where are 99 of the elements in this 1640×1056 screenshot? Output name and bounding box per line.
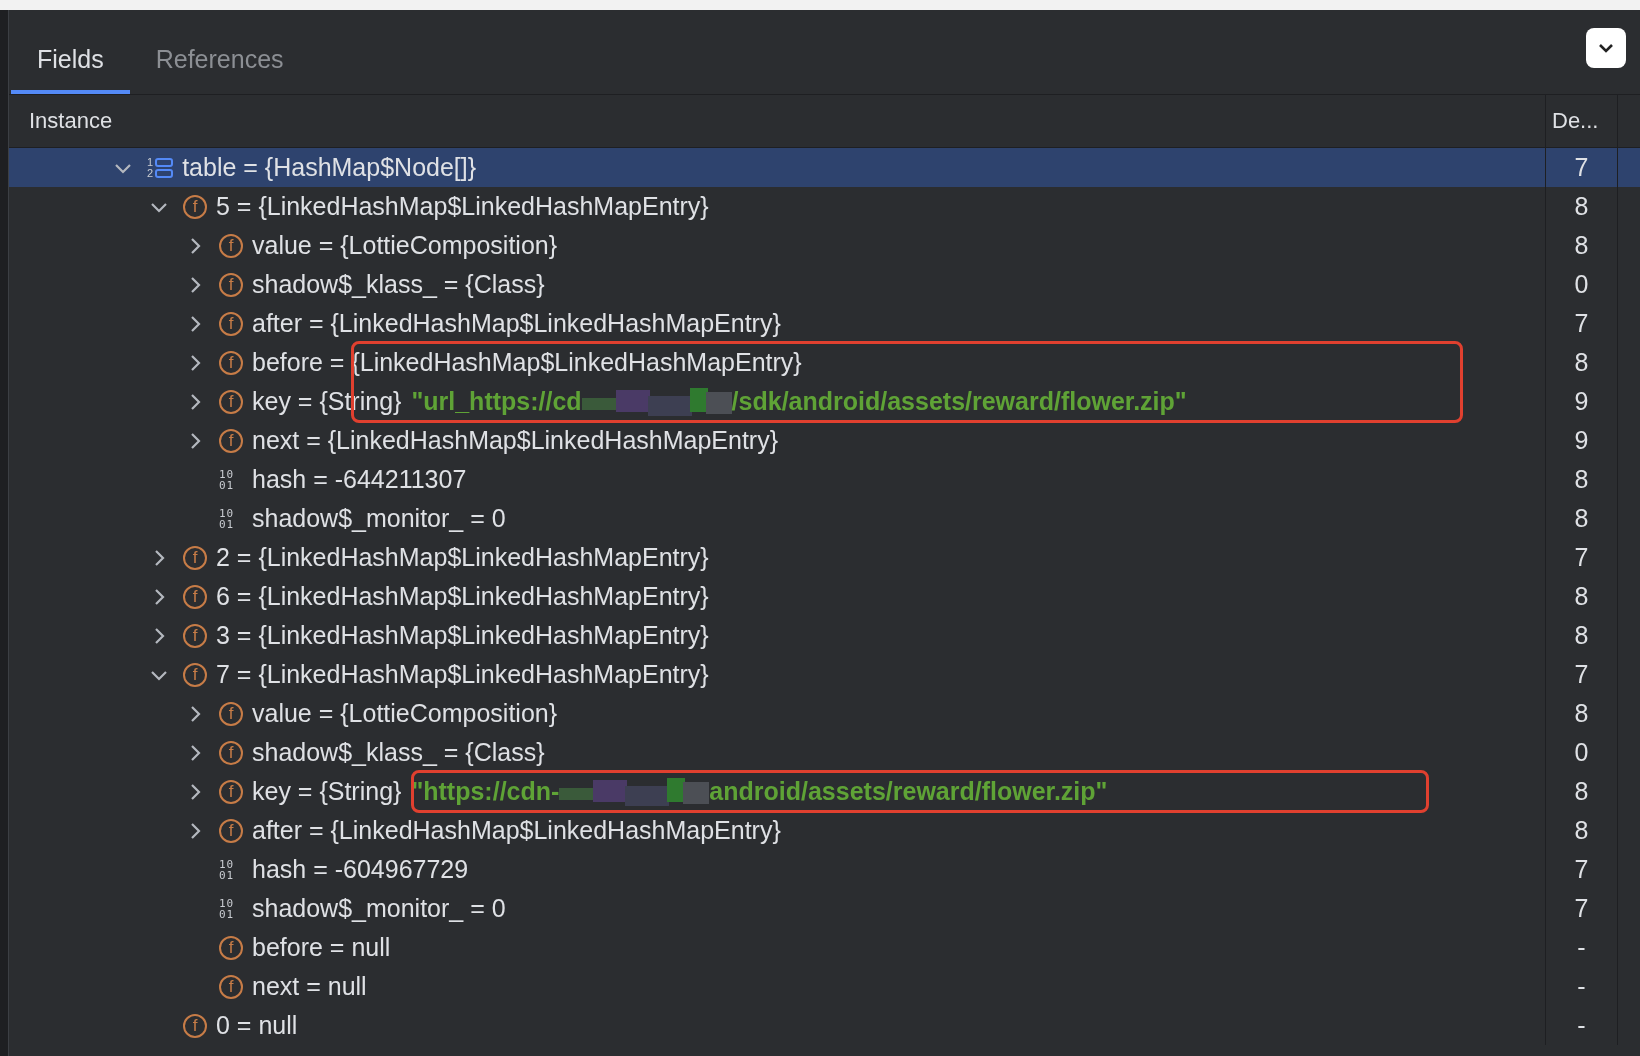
field-icon: f: [219, 779, 243, 804]
node-label: shadow$_klass_ = {Class}: [252, 270, 545, 299]
depth-value: 8: [1574, 816, 1589, 845]
field-icon: f: [183, 194, 207, 219]
depth-value: 0: [1574, 270, 1589, 299]
depth-value: 8: [1574, 348, 1589, 377]
depth-value: 8: [1574, 699, 1589, 728]
depth-value: 7: [1574, 153, 1589, 182]
tree-row[interactable]: f after = {LinkedHashMap$LinkedHashMapEntry} 8: [9, 811, 1640, 850]
tree-row[interactable]: 10 01 hash = -644211307 8: [9, 460, 1640, 499]
node-label: 3 = {LinkedHashMap$LinkedHashMapEntry}: [216, 621, 709, 650]
field-icon: f: [219, 974, 243, 999]
node-label: value = {LottieComposition}: [252, 231, 558, 260]
string-value: /sdk/android/assets/reward/flower.zip": [731, 387, 1187, 416]
field-icon: f: [219, 311, 243, 336]
string-value: "url_https://cd: [411, 387, 582, 416]
node-label: before = null: [252, 933, 391, 962]
column-header[interactable]: Instance: [29, 108, 113, 134]
tree-row[interactable]: 1 2 table = {HashMap$Node[]} 7: [9, 148, 1640, 187]
node-label: before = {LinkedHashMap$LinkedHashMapEntry}: [252, 348, 802, 377]
tree-row[interactable]: f shadow$_klass_ = {Class} 0: [9, 265, 1640, 304]
field-icon: f: [219, 428, 243, 453]
tree-row[interactable]: f key = {String} "https://cdn- android/assets/reward/flower.zip" 8: [9, 772, 1640, 811]
field-icon: f: [219, 740, 243, 765]
depth-value: 8: [1574, 582, 1589, 611]
depth-value: 8: [1574, 777, 1589, 806]
primitive-icon: 10 01: [219, 468, 243, 491]
node-label: next = null: [252, 972, 367, 1001]
depth-value: 7: [1574, 855, 1589, 884]
tab[interactable]: References: [129, 28, 310, 94]
tree-row[interactable]: f 6 = {LinkedHashMap$LinkedHashMapEntry} 8: [9, 577, 1640, 616]
primitive-icon: 10 01: [219, 897, 243, 920]
depth-value: -: [1577, 972, 1586, 1001]
field-icon: f: [219, 389, 243, 414]
node-label: shadow$_monitor_ = 0: [252, 504, 506, 533]
node-label: 6 = {LinkedHashMap$LinkedHashMapEntry}: [216, 582, 709, 611]
field-icon: f: [219, 350, 243, 375]
tree-row[interactable]: 10 01 shadow$_monitor_ = 0 7: [9, 889, 1640, 928]
depth-value: 7: [1574, 660, 1589, 689]
node-label: after = {LinkedHashMap$LinkedHashMapEntry}: [252, 816, 781, 845]
tree-row[interactable]: f 5 = {LinkedHashMap$LinkedHashMapEntry} 8: [9, 187, 1640, 226]
node-label: shadow$_monitor_ = 0: [252, 894, 506, 923]
field-icon: f: [183, 584, 207, 609]
depth-value: 8: [1574, 231, 1589, 260]
tree-row[interactable]: f 2 = {LinkedHashMap$LinkedHashMapEntry} 7: [9, 538, 1640, 577]
primitive-icon: 10 01: [219, 507, 243, 530]
primitive-icon: 10 01: [219, 858, 243, 881]
tree-row[interactable]: 10 01 shadow$_monitor_ = 0 8: [9, 499, 1640, 538]
node-label: key = {String}: [252, 777, 402, 806]
dropdown-button[interactable]: [1586, 28, 1626, 68]
depth-value: 0: [1574, 738, 1589, 767]
chevron-down-icon: [1598, 43, 1614, 53]
node-label: 2 = {LinkedHashMap$LinkedHashMapEntry}: [216, 543, 709, 572]
node-label: hash = -644211307: [252, 465, 467, 494]
tree-row[interactable]: f 3 = {LinkedHashMap$LinkedHashMapEntry} 8: [9, 616, 1640, 655]
tree-row[interactable]: f value = {LottieComposition} 8: [9, 226, 1640, 265]
field-icon: f: [183, 623, 207, 648]
depth-value: -: [1577, 1011, 1586, 1040]
depth-value: 9: [1574, 387, 1589, 416]
field-icon: f: [219, 701, 243, 726]
node-label: next = {LinkedHashMap$LinkedHashMapEntry}: [252, 426, 779, 455]
depth-value: 8: [1574, 504, 1589, 533]
node-label: 0 = null: [216, 1011, 298, 1040]
tree-row[interactable]: f 7 = {LinkedHashMap$LinkedHashMapEntry} 7: [9, 655, 1640, 694]
node-label: table = {HashMap$Node[]}: [182, 153, 477, 182]
depth-value: -: [1577, 933, 1586, 962]
node-label: shadow$_klass_ = {Class}: [252, 738, 545, 767]
field-icon: f: [219, 272, 243, 297]
field-icon: f: [219, 935, 243, 960]
field-icon: f: [183, 545, 207, 570]
depth-value: 8: [1574, 192, 1589, 221]
tree-row[interactable]: f before = null -: [9, 928, 1640, 967]
column-header[interactable]: De...: [1552, 108, 1599, 134]
tree-row[interactable]: f next = {LinkedHashMap$LinkedHashMapEntry} 9: [9, 421, 1640, 460]
depth-value: 8: [1574, 465, 1589, 494]
string-value: android/assets/reward/flower.zip": [709, 777, 1108, 806]
tree-row[interactable]: 10 01 hash = -604967729 7: [9, 850, 1640, 889]
field-icon: f: [183, 662, 207, 687]
tree-row[interactable]: f 0 = null -: [9, 1006, 1640, 1045]
tree-row[interactable]: f after = {LinkedHashMap$LinkedHashMapEntry} 7: [9, 304, 1640, 343]
depth-value: 7: [1574, 543, 1589, 572]
tab[interactable]: Fields: [11, 28, 130, 94]
depth-value: 8: [1574, 621, 1589, 650]
node-label: after = {LinkedHashMap$LinkedHashMapEntry}: [252, 309, 781, 338]
depth-value: 7: [1574, 309, 1589, 338]
field-icon: f: [219, 818, 243, 843]
field-icon: f: [183, 1013, 207, 1038]
tree-row[interactable]: f before = {LinkedHashMap$LinkedHashMapEntry} 8: [9, 343, 1640, 382]
node-label: 5 = {LinkedHashMap$LinkedHashMapEntry}: [216, 192, 709, 221]
node-label: value = {LottieComposition}: [252, 699, 558, 728]
depth-value: 7: [1574, 894, 1589, 923]
node-label: hash = -604967729: [252, 855, 469, 884]
node-label: 7 = {LinkedHashMap$LinkedHashMapEntry}: [216, 660, 709, 689]
tree-row[interactable]: f value = {LottieComposition} 8: [9, 694, 1640, 733]
field-icon: f: [219, 233, 243, 258]
tree-row[interactable]: f shadow$_klass_ = {Class} 0: [9, 733, 1640, 772]
string-value: "https://cdn-: [411, 777, 560, 806]
tree-row[interactable]: f next = null -: [9, 967, 1640, 1006]
depth-value: 9: [1574, 426, 1589, 455]
